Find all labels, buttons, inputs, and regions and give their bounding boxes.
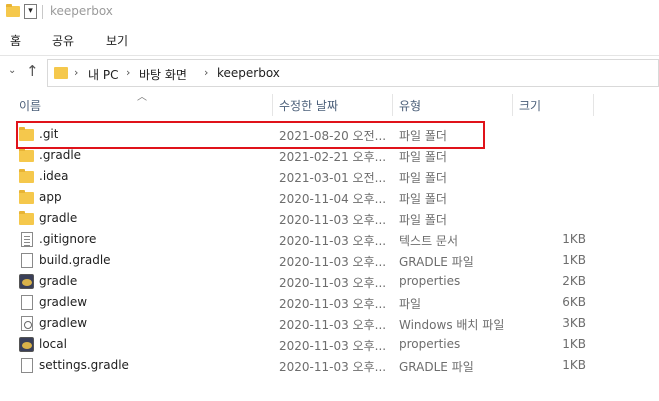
column-divider[interactable]: [512, 94, 513, 116]
column-divider[interactable]: [392, 94, 393, 116]
highlight-box: [16, 121, 485, 149]
sort-ascending-icon: ︿: [137, 92, 147, 103]
file-row[interactable]: gradle 2020-11-03 오후... 파일 폴더: [0, 208, 659, 229]
folder-icon: [19, 190, 34, 204]
breadcrumb-keeperbox[interactable]: keeperbox: [217, 66, 280, 80]
file-date: 2021-03-01 오전...: [279, 171, 387, 185]
file-row[interactable]: gradlew 2020-11-03 오후... Windows 배치 파일 3…: [0, 313, 659, 334]
blank-file-icon: [21, 253, 33, 268]
file-row[interactable]: local 2020-11-03 오후... properties 1KB: [0, 334, 659, 355]
file-name: gradle: [39, 211, 78, 225]
column-divider[interactable]: [593, 94, 594, 116]
file-name: gradlew: [39, 316, 88, 330]
file-row[interactable]: app 2020-11-04 오후... 파일 폴더: [0, 187, 659, 208]
folder-icon: [6, 4, 20, 17]
column-divider[interactable]: [272, 94, 273, 116]
chevron-down-icon[interactable]: ⌄: [8, 65, 16, 76]
file-name: .gradle: [39, 148, 82, 162]
chevron-right-icon[interactable]: ›: [74, 66, 78, 79]
file-row[interactable]: .gitignore 2020-11-03 오후... 텍스트 문서 1KB: [0, 229, 659, 250]
file-type: 텍스트 문서: [399, 234, 459, 248]
tab-view[interactable]: 보기: [106, 32, 128, 49]
batch-file-icon: [21, 316, 33, 331]
file-date: 2020-11-03 오후...: [279, 339, 387, 353]
file-size: 1KB: [562, 358, 586, 372]
file-type: 파일: [399, 297, 422, 311]
file-name: local: [39, 337, 67, 351]
file-size: 2KB: [562, 274, 586, 288]
file-date: 2021-02-21 오후...: [279, 150, 387, 164]
text-file-icon: [21, 232, 33, 247]
file-date: 2020-11-04 오후...: [279, 192, 387, 206]
file-name: gradlew: [39, 295, 88, 309]
folder-icon: [19, 211, 34, 225]
properties-file-icon: [19, 337, 34, 352]
chevron-right-icon[interactable]: ›: [126, 66, 130, 79]
divider: [42, 5, 43, 19]
file-date: 2020-11-03 오후...: [279, 297, 387, 311]
file-size: 1KB: [562, 253, 586, 267]
file-date: 2020-11-03 오후...: [279, 234, 387, 248]
folder-icon: [19, 169, 34, 183]
file-type: Windows 배치 파일: [399, 318, 505, 332]
file-size: 1KB: [562, 337, 586, 351]
properties-file-icon: [19, 274, 34, 289]
file-name: app: [39, 190, 62, 204]
file-type: GRADLE 파일: [399, 360, 474, 374]
title-bar: ▾ keeperbox: [0, 0, 659, 26]
tab-home[interactable]: 홈: [10, 32, 21, 49]
file-name: .gitignore: [39, 232, 97, 246]
file-name: settings.gradle: [39, 358, 129, 372]
tab-share[interactable]: 공유: [52, 32, 74, 49]
file-row[interactable]: gradlew 2020-11-03 오후... 파일 6KB: [0, 292, 659, 313]
file-type: 파일 폴더: [399, 150, 447, 164]
folder-icon: [19, 148, 34, 162]
file-row[interactable]: gradle 2020-11-03 오후... properties 2KB: [0, 271, 659, 292]
file-name: .idea: [39, 169, 69, 183]
navigation-bar: ⌄ ↑ › 내 PC › 바탕 화면 › keeperbox: [0, 57, 659, 89]
file-type: 파일 폴더: [399, 213, 447, 227]
up-arrow-icon[interactable]: ↑: [26, 62, 39, 80]
column-header-name[interactable]: 이름: [19, 97, 41, 114]
file-row[interactable]: settings.gradle 2020-11-03 오후... GRADLE …: [0, 355, 659, 376]
blank-file-icon: [21, 358, 33, 373]
file-date: 2020-11-03 오후...: [279, 213, 387, 227]
file-type: properties: [399, 337, 461, 351]
file-type: GRADLE 파일: [399, 255, 474, 269]
column-header: ︿ 이름 수정한 날짜 유형 크기: [0, 92, 659, 116]
breadcrumb-desktop[interactable]: 바탕 화면: [139, 66, 187, 83]
file-type: properties: [399, 274, 461, 288]
column-header-date[interactable]: 수정한 날짜: [279, 97, 338, 114]
folder-icon: [54, 67, 68, 79]
file-date: 2020-11-03 오후...: [279, 360, 387, 374]
file-name: build.gradle: [39, 253, 111, 267]
file-size: 3KB: [562, 316, 586, 330]
file-size: 1KB: [562, 232, 586, 246]
file-name: gradle: [39, 274, 78, 288]
column-header-size[interactable]: 크기: [519, 97, 541, 114]
file-row[interactable]: .idea 2021-03-01 오전... 파일 폴더: [0, 166, 659, 187]
file-date: 2020-11-03 오후...: [279, 276, 387, 290]
file-date: 2020-11-03 오후...: [279, 255, 387, 269]
breadcrumb-this-pc[interactable]: 내 PC: [88, 66, 118, 83]
address-bar[interactable]: › 내 PC › 바탕 화면 › keeperbox: [47, 59, 659, 87]
blank-file-icon: [21, 295, 33, 310]
column-header-type[interactable]: 유형: [399, 97, 421, 114]
file-size: 6KB: [562, 295, 586, 309]
file-row[interactable]: build.gradle 2020-11-03 오후... GRADLE 파일 …: [0, 250, 659, 271]
file-type: 파일 폴더: [399, 192, 447, 206]
file-type: 파일 폴더: [399, 171, 447, 185]
ribbon-tabs: 홈 공유 보기: [0, 26, 659, 56]
chevron-right-icon[interactable]: ›: [204, 66, 208, 79]
window-title: keeperbox: [50, 4, 113, 18]
file-date: 2020-11-03 오후...: [279, 318, 387, 332]
quick-access-dropdown-button[interactable]: ▾: [24, 4, 37, 19]
